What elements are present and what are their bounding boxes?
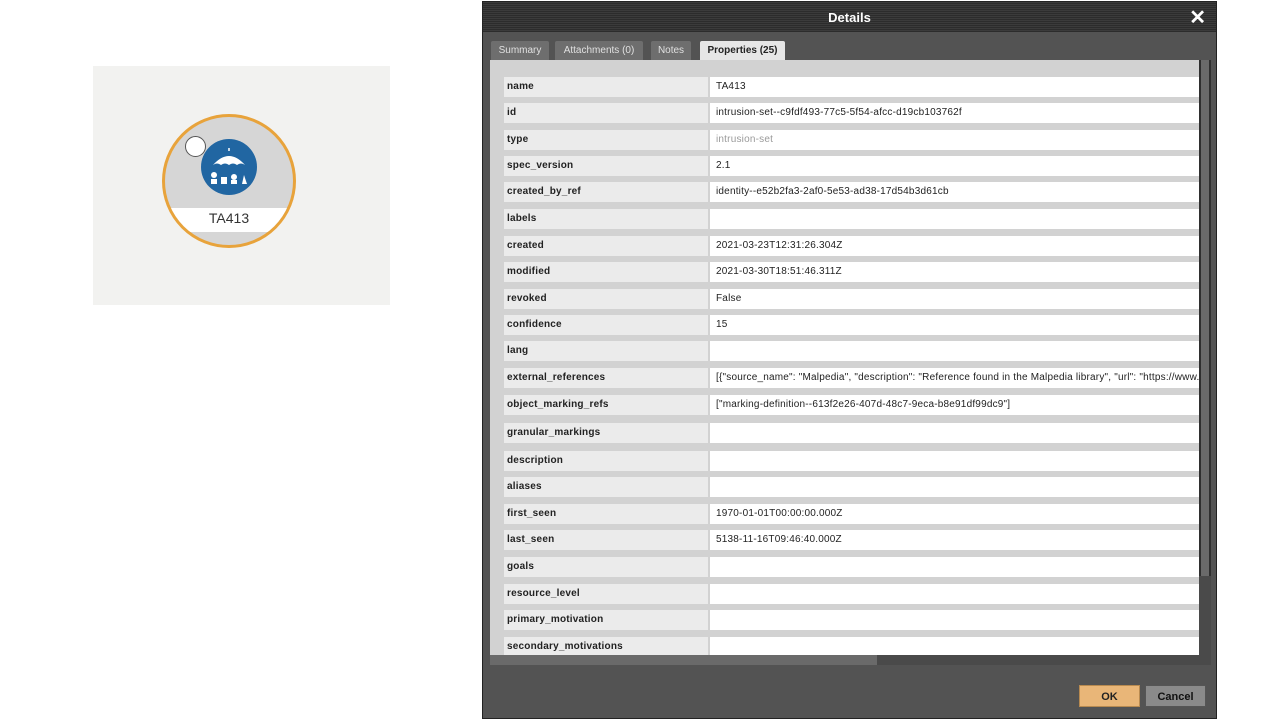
property-key: secondary_motivations [504, 637, 708, 655]
property-value[interactable]: identity--e52b2fa3-2af0-5e53-ad38-17d54b… [710, 182, 1199, 202]
property-key: aliases [504, 477, 708, 497]
table-row: primary_motivation [504, 610, 1199, 630]
property-value[interactable] [710, 423, 1199, 443]
cancel-button[interactable]: Cancel [1145, 685, 1206, 707]
node-label: TA413 [208, 210, 250, 226]
property-key: resource_level [504, 584, 708, 604]
table-row: secondary_motivations [504, 637, 1199, 655]
table-row: name TA413 [504, 77, 1199, 97]
tab-attachments[interactable]: Attachments (0) [555, 41, 643, 60]
details-dialog: Details ✕ Summary Attachments (0) Notes … [482, 1, 1217, 719]
property-value[interactable]: 5138-11-16T09:46:40.000Z [710, 530, 1199, 550]
property-key: created [504, 236, 708, 256]
dialog-titlebar[interactable]: Details ✕ [483, 2, 1216, 32]
vertical-scroll-thumb[interactable] [1201, 60, 1209, 576]
table-row: id intrusion-set--c9fdf493-77c5-5f54-afcc… [504, 103, 1199, 123]
property-key: confidence [504, 315, 708, 335]
property-value[interactable]: [{"source_name": "Malpedia", "descriptio… [710, 368, 1199, 388]
property-key: goals [504, 557, 708, 577]
property-key: id [504, 103, 708, 123]
property-key: lang [504, 341, 708, 361]
property-value[interactable] [710, 209, 1199, 229]
table-row: first_seen 1970-01-01T00:00:00.000Z [504, 504, 1199, 524]
properties-table[interactable]: name TA413 id intrusion-set--c9fdf493-77c5… [490, 60, 1199, 655]
property-value[interactable]: TA413 [710, 77, 1199, 97]
property-value[interactable]: intrusion-set [710, 130, 1199, 150]
tab-notes[interactable]: Notes [651, 41, 691, 60]
property-value[interactable]: 2021-03-30T18:51:46.311Z [710, 262, 1199, 282]
property-value[interactable]: 15 [710, 315, 1199, 335]
table-row: external_references [{"source_name": "Mal… [504, 368, 1199, 388]
property-value[interactable]: 1970-01-01T00:00:00.000Z [710, 504, 1199, 524]
property-key: last_seen [504, 530, 708, 550]
table-row: lang [504, 341, 1199, 361]
table-row: description [504, 451, 1199, 471]
property-value[interactable] [710, 584, 1199, 604]
property-value[interactable]: ["marking-definition--613f2e26-407d-48c7… [710, 395, 1199, 415]
node-handle[interactable] [185, 136, 206, 157]
table-row: goals [504, 557, 1199, 577]
property-value[interactable] [710, 451, 1199, 471]
dialog-title: Details [828, 10, 871, 25]
vertical-scrollbar[interactable] [1199, 60, 1211, 576]
tab-properties[interactable]: Properties (25) [700, 41, 785, 60]
ok-button[interactable]: OK [1079, 685, 1140, 707]
table-row: spec_version 2.1 [504, 156, 1199, 176]
property-key: modified [504, 262, 708, 282]
property-key: spec_version [504, 156, 708, 176]
property-value[interactable] [710, 477, 1199, 497]
property-value[interactable]: intrusion-set--c9fdf493-77c5-5f54-afcc-d… [710, 103, 1199, 123]
property-key: first_seen [504, 504, 708, 524]
property-key: primary_motivation [504, 610, 708, 630]
property-key: granular_markings [504, 423, 708, 443]
table-row: revoked False [504, 289, 1199, 309]
property-key: external_references [504, 368, 708, 388]
property-key: name [504, 77, 708, 97]
property-key: object_marking_refs [504, 395, 708, 415]
properties-panel: name TA413 id intrusion-set--c9fdf493-77c5… [490, 60, 1211, 665]
table-row: labels [504, 209, 1199, 229]
horizontal-scroll-thumb[interactable] [490, 655, 877, 665]
table-row: granular_markings [504, 423, 1199, 443]
intrusion-set-umbrella-icon [201, 139, 257, 195]
property-value[interactable]: False [710, 289, 1199, 309]
property-value[interactable]: 2021-03-23T12:31:26.304Z [710, 236, 1199, 256]
property-key: revoked [504, 289, 708, 309]
table-row: created 2021-03-23T12:31:26.304Z [504, 236, 1199, 256]
table-row: type intrusion-set [504, 130, 1199, 150]
property-key: labels [504, 209, 708, 229]
property-value[interactable] [710, 637, 1199, 655]
tab-summary[interactable]: Summary [491, 41, 549, 60]
close-icon[interactable]: ✕ [1189, 5, 1206, 30]
intrusion-set-node[interactable]: TA413 [162, 114, 296, 248]
table-row: aliases [504, 477, 1199, 497]
table-row: created_by_ref identity--e52b2fa3-2af0-5e… [504, 182, 1199, 202]
table-row: confidence 15 [504, 315, 1199, 335]
table-row: object_marking_refs ["marking-definition-… [504, 395, 1199, 415]
table-row: resource_level [504, 584, 1199, 604]
property-value[interactable]: 2.1 [710, 156, 1199, 176]
table-row: modified 2021-03-30T18:51:46.311Z [504, 262, 1199, 282]
table-row: last_seen 5138-11-16T09:46:40.000Z [504, 530, 1199, 550]
property-key: created_by_ref [504, 182, 708, 202]
property-value[interactable] [710, 557, 1199, 577]
property-value[interactable] [710, 610, 1199, 630]
property-key: description [504, 451, 708, 471]
property-key: type [504, 130, 708, 150]
property-value[interactable] [710, 341, 1199, 361]
